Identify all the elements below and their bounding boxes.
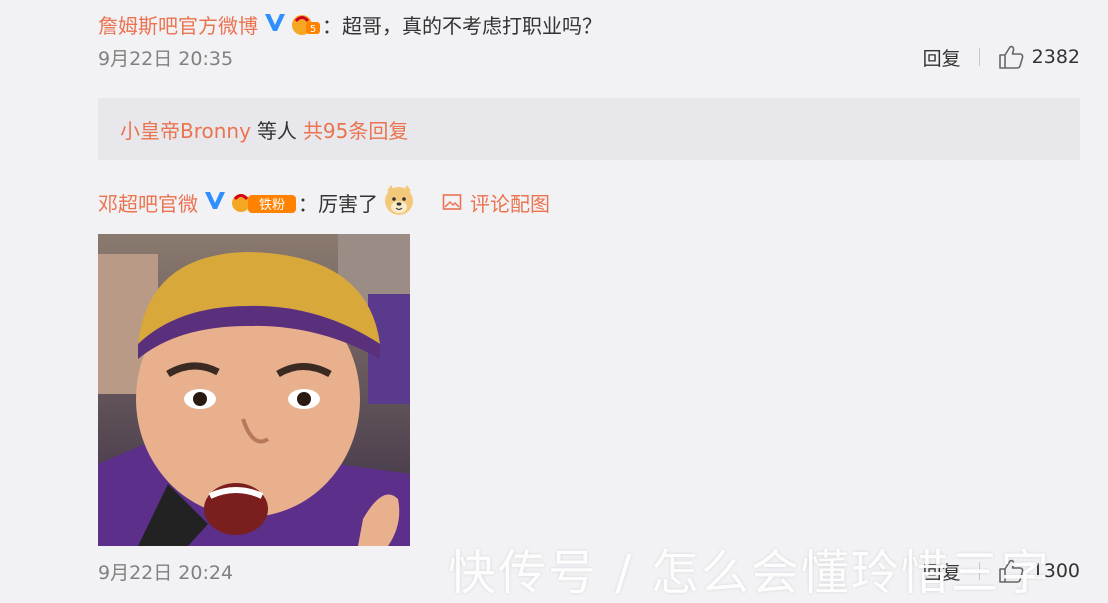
comment-picture-label: 评论配图 xyxy=(470,191,550,216)
thumbs-up-icon xyxy=(998,45,1024,69)
comment-date: 9月22日 20:24 xyxy=(98,561,234,584)
divider xyxy=(978,48,980,66)
svg-text:5: 5 xyxy=(310,24,316,35)
like-count: 2382 xyxy=(1031,46,1080,68)
verified-icon xyxy=(204,190,226,215)
comment-text: ：厉害了 xyxy=(298,191,378,216)
fan-level-badge-icon: 5 xyxy=(290,12,322,36)
comment-date: 9月22日 20:35 xyxy=(98,47,234,70)
comment-text: ：超哥，真的不考虑打职业吗？ xyxy=(322,13,602,38)
reply-count-link[interactable]: 共95条回复 xyxy=(303,115,408,144)
replies-summary[interactable]: 小皇帝Bronny 等人 共95条回复 xyxy=(98,98,1080,160)
reply-button[interactable]: 回复 xyxy=(923,44,961,71)
comment-line: 詹姆斯吧官方微博 5 ：超哥，真的不考虑打职业吗？ xyxy=(98,6,1080,42)
verified-icon xyxy=(264,12,286,37)
comment-photo[interactable] xyxy=(98,234,410,546)
fan-badge-icon: 铁粉 xyxy=(230,189,298,215)
comment-picture-link[interactable]: 评论配图 xyxy=(442,188,550,217)
doge-emoji-icon xyxy=(382,183,416,222)
comment-line: 邓超吧官微 铁粉 ：厉害了 评论配图 xyxy=(98,184,1080,220)
comment-actions: 回复 2382 xyxy=(923,44,1080,71)
comment-meta: 9月22日 20:35 回复 2382 xyxy=(98,42,1080,72)
comment-item: 詹姆斯吧官方微博 5 ：超哥，真的不考虑打职业吗？ 9月22日 20:35 回复… xyxy=(98,6,1080,72)
fan-badge-label: 铁粉 xyxy=(259,198,285,213)
comment-user-link[interactable]: 詹姆斯吧官方微博 xyxy=(98,10,258,39)
reply-user-link[interactable]: 小皇帝Bronny xyxy=(120,115,251,144)
comment-item: 邓超吧官微 铁粉 ：厉害了 评论配图 xyxy=(98,184,1080,220)
like-button[interactable]: 2382 xyxy=(998,45,1080,69)
watermark-text: 快传号 / 怎么会懂玲惜三字 xyxy=(448,545,1051,601)
picture-icon xyxy=(442,194,462,210)
reply-others-text: 等人 xyxy=(256,118,297,143)
comment-user-link[interactable]: 邓超吧官微 xyxy=(98,188,198,217)
